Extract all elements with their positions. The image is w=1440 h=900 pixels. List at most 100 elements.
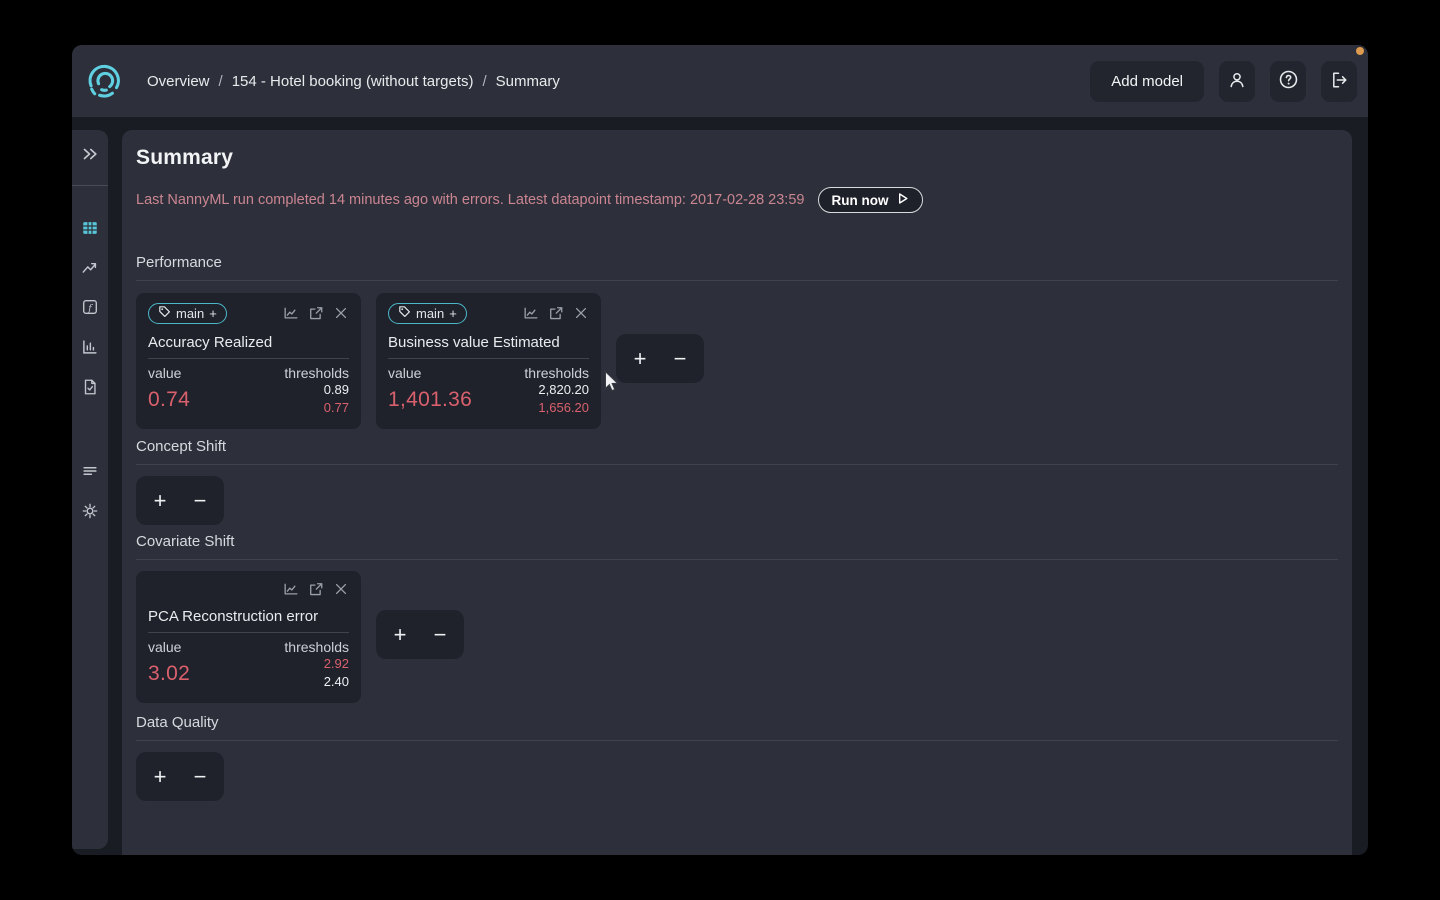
card-actions	[283, 305, 349, 321]
document-check-icon	[81, 378, 99, 396]
metric-value: 0.74	[148, 388, 191, 411]
sidebar-item-bar-chart[interactable]	[81, 338, 99, 356]
card-body: value 0.74 thresholds 0.89 0.77	[148, 365, 349, 417]
add-metric-button[interactable]: +	[144, 481, 176, 521]
data-quality-add-remove-group: + −	[136, 752, 224, 801]
logout-button[interactable]	[1321, 60, 1357, 102]
top-header: Overview / 154 - Hotel booking (without …	[72, 45, 1368, 117]
card-title: Business value Estimated	[388, 334, 589, 359]
section-title-data-quality: Data Quality	[136, 714, 1338, 741]
card-header	[148, 580, 349, 598]
help-button[interactable]	[1270, 60, 1306, 102]
sidebar-item-logs[interactable]	[81, 462, 99, 480]
card-actions	[523, 305, 589, 321]
tag-add-label: +	[449, 305, 457, 321]
thresholds-column: thresholds 0.89 0.77	[284, 365, 349, 417]
metric-card-pca-reconstruction: PCA Reconstruction error value 3.02 thre…	[136, 571, 361, 703]
sidebar-item-line-chart[interactable]	[81, 259, 99, 277]
threshold-upper: 2.92	[323, 656, 349, 671]
value-column: value 1,401.36	[388, 365, 472, 417]
breadcrumb-item-overview[interactable]: Overview	[147, 73, 210, 90]
user-button[interactable]	[1219, 60, 1255, 102]
breadcrumb-separator: /	[482, 72, 487, 90]
sidebar-item-settings[interactable]	[81, 502, 99, 520]
metric-card-business-value: main + Business value Estimated value 1,…	[376, 293, 601, 429]
nannyml-logo-icon[interactable]	[83, 60, 125, 102]
add-metric-button[interactable]: +	[384, 615, 416, 655]
covariate-add-remove-group: + −	[376, 610, 464, 659]
notification-dot	[1356, 47, 1364, 55]
section-title-covariate-shift: Covariate Shift	[136, 533, 1338, 560]
tag-label: main	[176, 305, 205, 321]
close-icon[interactable]	[333, 305, 349, 321]
app-window: Overview / 154 - Hotel booking (without …	[72, 45, 1368, 855]
card-body: value 1,401.36 thresholds 2,820.20 1,656…	[388, 365, 589, 417]
remove-metric-button[interactable]: −	[424, 615, 456, 655]
sidebar-item-document-check[interactable]	[81, 378, 99, 396]
tag-icon	[158, 305, 171, 321]
sparkline-icon[interactable]	[283, 305, 299, 321]
logout-icon	[1329, 70, 1349, 93]
main-panel: Summary Last NannyML run completed 14 mi…	[122, 130, 1352, 855]
external-link-icon[interactable]	[548, 305, 564, 321]
page-title: Summary	[136, 146, 234, 169]
tag-icon	[398, 305, 411, 321]
section-title-performance: Performance	[136, 254, 1338, 281]
breadcrumb-item-summary: Summary	[495, 72, 560, 90]
metric-card-accuracy-realized: main + Accuracy Realized value 0.74 thre…	[136, 293, 361, 429]
tag-pill[interactable]: main +	[388, 302, 467, 324]
covariate-cards-row: PCA Reconstruction error value 3.02 thre…	[136, 571, 1338, 703]
card-header: main +	[148, 302, 349, 324]
sidebar-item-grid-view[interactable]	[81, 219, 99, 237]
sidebar-item-function[interactable]: f	[81, 298, 99, 316]
tag-pill[interactable]: main +	[148, 302, 227, 324]
threshold-upper: 2,820.20	[538, 382, 589, 397]
value-label: value	[148, 639, 182, 655]
remove-metric-button[interactable]: −	[664, 339, 696, 379]
thresholds-column: thresholds 2,820.20 1,656.20	[524, 365, 589, 417]
card-title: PCA Reconstruction error	[148, 608, 349, 633]
close-icon[interactable]	[333, 581, 349, 597]
value-column: value 0.74	[148, 365, 190, 417]
add-metric-button[interactable]: +	[144, 757, 176, 797]
threshold-lower: 2.40	[323, 674, 349, 689]
thresholds-label: thresholds	[524, 365, 589, 381]
add-model-button[interactable]: Add model	[1090, 60, 1204, 102]
logs-icon	[81, 462, 99, 480]
sidebar: f	[72, 130, 108, 849]
add-metric-button[interactable]: +	[624, 339, 656, 379]
value-column: value 3.02	[148, 639, 190, 691]
grid-icon	[81, 219, 99, 237]
sparkline-icon[interactable]	[523, 305, 539, 321]
run-now-label: Run now	[831, 192, 889, 208]
card-body: value 3.02 thresholds 2.92 2.40	[148, 639, 349, 691]
external-link-icon[interactable]	[308, 305, 324, 321]
svg-text:f: f	[87, 303, 93, 314]
remove-metric-button[interactable]: −	[184, 481, 216, 521]
card-title: Accuracy Realized	[148, 334, 349, 359]
metric-value: 1,401.36	[388, 388, 473, 411]
sparkline-icon[interactable]	[283, 581, 299, 597]
gear-icon	[81, 502, 99, 520]
card-header: main +	[388, 302, 589, 324]
breadcrumb-separator: /	[218, 72, 223, 90]
user-icon	[1227, 70, 1247, 93]
external-link-icon[interactable]	[308, 581, 324, 597]
threshold-upper: 0.89	[323, 382, 349, 397]
breadcrumb-item-model[interactable]: 154 - Hotel booking (without targets)	[232, 73, 474, 90]
thresholds-label: thresholds	[284, 639, 349, 655]
performance-cards-row: main + Accuracy Realized value 0.74 thre…	[136, 293, 1338, 429]
sidebar-collapse-toggle[interactable]	[81, 145, 99, 163]
value-label: value	[148, 365, 182, 381]
thresholds-label: thresholds	[284, 365, 349, 381]
section-title-concept-shift: Concept Shift	[136, 438, 1338, 465]
close-icon[interactable]	[573, 305, 589, 321]
header-actions: Add model	[1090, 60, 1357, 102]
run-now-button[interactable]: Run now	[818, 187, 924, 213]
sidebar-divider	[72, 185, 108, 186]
bar-chart-icon	[81, 338, 99, 356]
remove-metric-button[interactable]: −	[184, 757, 216, 797]
double-chevron-right-icon	[81, 145, 99, 163]
alert-row: Last NannyML run completed 14 minutes ag…	[136, 187, 1338, 213]
play-icon	[895, 191, 910, 209]
